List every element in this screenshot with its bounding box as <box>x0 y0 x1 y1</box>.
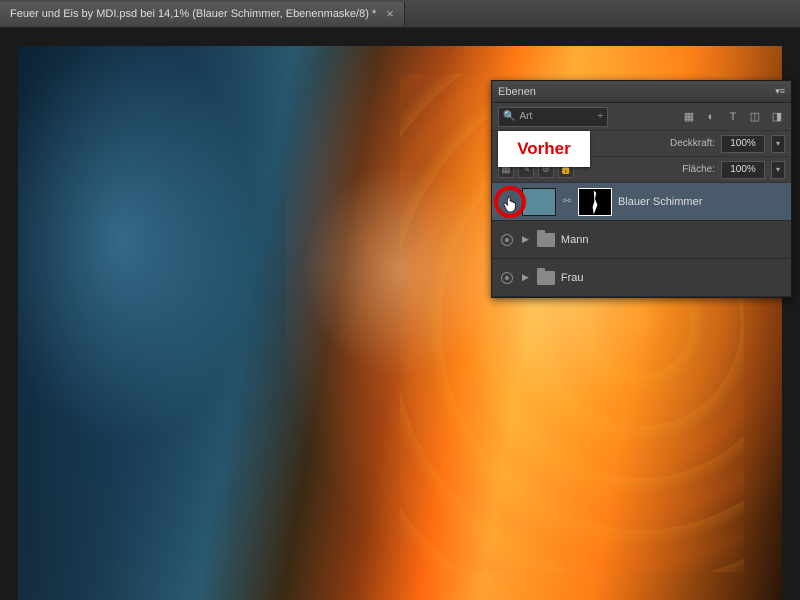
annotation-vorher: Vorher <box>498 131 590 167</box>
visibility-toggle[interactable] <box>498 272 516 284</box>
layer-mask-thumbnail[interactable] <box>578 188 612 216</box>
artwork-highlight <box>285 146 514 395</box>
layer-row-frau[interactable]: ▶ Frau <box>492 259 791 297</box>
fill-dropdown-icon[interactable]: ▾ <box>771 161 785 179</box>
layer-name-label[interactable]: Mann <box>561 234 589 246</box>
filter-adjust-icon[interactable]: ◐ <box>703 109 719 125</box>
search-icon: 🔍 <box>503 111 515 122</box>
fill-label: Fläche: <box>682 164 715 175</box>
fill-value[interactable]: 100% <box>721 161 765 179</box>
layer-name-label[interactable]: Blauer Schimmer <box>618 196 702 208</box>
panel-menu-icon[interactable]: ▾≡ <box>775 85 785 99</box>
filter-shape-icon[interactable]: ◫ <box>747 109 763 125</box>
document-tab[interactable]: Feuer und Eis by MDI.psd bei 14,1% (Blau… <box>0 2 405 26</box>
layer-kind-filter[interactable]: 🔍 Art ÷ <box>498 107 608 127</box>
dropdown-icon: ÷ <box>598 111 604 122</box>
visibility-toggle[interactable] <box>498 234 516 246</box>
expand-arrow-icon[interactable]: ▶ <box>522 234 529 245</box>
layer-name-label[interactable]: Frau <box>561 272 584 284</box>
document-tab-bar: Feuer und Eis by MDI.psd bei 14,1% (Blau… <box>0 0 800 28</box>
layer-filter-icons: ▦ ◐ T ◫ ◨ <box>681 109 785 125</box>
layers-panel: Ebenen ▾≡ 🔍 Art ÷ ▦ ◐ T ◫ ◨ Vorher Deckk… <box>491 80 792 298</box>
folder-icon <box>537 271 555 285</box>
filter-smart-icon[interactable]: ◨ <box>769 109 785 125</box>
layer-list: ⚯ Blauer Schimmer ▶ Mann ▶ Frau <box>492 183 791 297</box>
opacity-dropdown-icon[interactable]: ▾ <box>771 135 785 153</box>
layer-row-mann[interactable]: ▶ Mann <box>492 221 791 259</box>
link-icon[interactable]: ⚯ <box>562 196 572 207</box>
opacity-label: Deckkraft: <box>670 138 715 149</box>
cursor-hand-icon <box>503 196 517 212</box>
close-icon[interactable]: × <box>386 6 394 21</box>
filter-type-icon[interactable]: T <box>725 109 741 125</box>
layer-kind-label: Art <box>519 111 532 122</box>
layer-filter-row: 🔍 Art ÷ ▦ ◐ T ◫ ◨ <box>492 103 791 131</box>
expand-arrow-icon[interactable]: ▶ <box>522 272 529 283</box>
folder-icon <box>537 233 555 247</box>
layers-panel-header: Ebenen ▾≡ <box>492 81 791 103</box>
document-tab-title: Feuer und Eis by MDI.psd bei 14,1% (Blau… <box>10 8 376 20</box>
eye-icon <box>501 234 513 246</box>
eye-icon <box>501 272 513 284</box>
panel-header-icons: ▾≡ <box>775 85 785 99</box>
layer-thumbnail[interactable] <box>522 188 556 216</box>
layers-panel-title[interactable]: Ebenen <box>498 86 536 98</box>
layer-row-blauer-schimmer[interactable]: ⚯ Blauer Schimmer <box>492 183 791 221</box>
filter-pixel-icon[interactable]: ▦ <box>681 109 697 125</box>
opacity-value[interactable]: 100% <box>721 135 765 153</box>
